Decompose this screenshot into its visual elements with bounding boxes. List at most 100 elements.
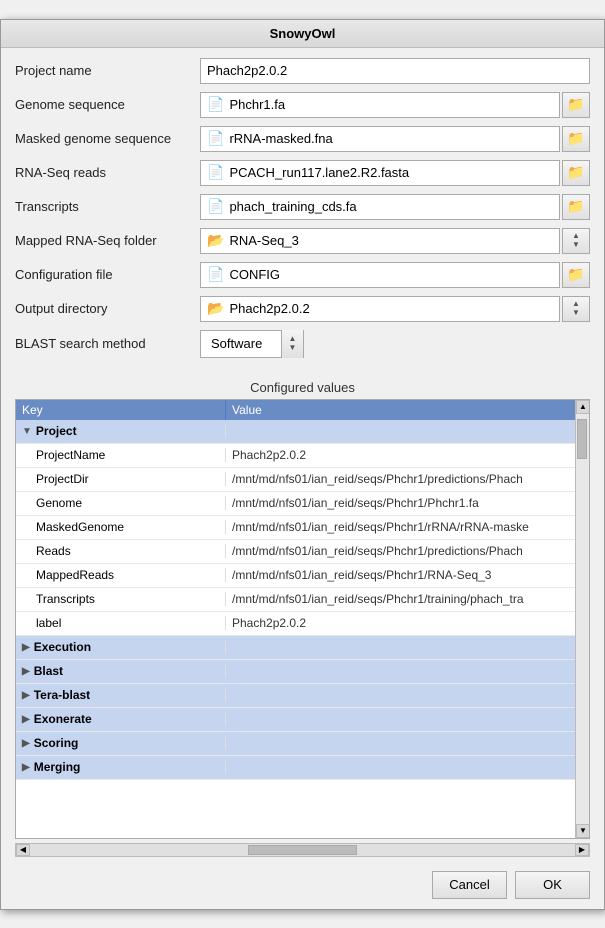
tree-row-value: /mnt/md/nfs01/ian_reid/seqs/Phchr1/Phchr… bbox=[226, 496, 589, 510]
collapse-icon[interactable]: ▼ bbox=[22, 426, 32, 437]
project-name-field: Phach2p2.0.2 bbox=[200, 58, 590, 84]
tree-group-name: Tera-blast bbox=[34, 688, 90, 702]
dialog: SnowyOwl Project name Phach2p2.0.2 Genom… bbox=[0, 19, 605, 910]
rnaseq-reads-browse-button[interactable]: 📁 bbox=[562, 160, 590, 186]
chevron-up-icon: ▲ bbox=[572, 232, 580, 240]
tree-row-key: Transcripts bbox=[16, 592, 226, 606]
tree-header-key: Key bbox=[16, 400, 226, 420]
transcripts-input[interactable]: 📄 phach_training_cds.fa bbox=[200, 194, 560, 220]
transcripts-browse-button[interactable]: 📁 bbox=[562, 194, 590, 220]
tree-group-name: Merging bbox=[34, 760, 81, 774]
genome-sequence-input[interactable]: 📄 Phchr1.fa bbox=[200, 92, 560, 118]
genome-sequence-label: Genome sequence bbox=[15, 97, 200, 112]
table-row[interactable]: MappedReads/mnt/md/nfs01/ian_reid/seqs/P… bbox=[16, 564, 589, 588]
browse-icon: 📁 bbox=[567, 198, 584, 215]
tree-group[interactable]: ▶ Blast bbox=[16, 660, 589, 684]
masked-genome-browse-button[interactable]: 📁 bbox=[562, 126, 590, 152]
project-name-label: Project name bbox=[15, 63, 200, 78]
genome-sequence-row: Genome sequence 📄 Phchr1.fa 📁 bbox=[15, 92, 590, 118]
expand-icon[interactable]: ▶ bbox=[22, 714, 30, 725]
project-name-input[interactable]: Phach2p2.0.2 bbox=[200, 58, 590, 84]
bottom-bar: Cancel OK bbox=[1, 861, 604, 909]
browse-icon: 📁 bbox=[567, 96, 584, 113]
blast-method-value: Software bbox=[201, 336, 281, 351]
output-dir-label: Output directory bbox=[15, 301, 200, 316]
chevron-up-icon: ▲ bbox=[289, 335, 297, 343]
expand-icon[interactable]: ▶ bbox=[22, 642, 30, 653]
scroll-left-button[interactable]: ◀ bbox=[16, 844, 30, 856]
tree-group-name: Blast bbox=[34, 664, 63, 678]
configured-values-label: Configured values bbox=[1, 376, 604, 399]
masked-genome-row: Masked genome sequence 📄 rRNA-masked.fna… bbox=[15, 126, 590, 152]
table-row[interactable]: labelPhach2p2.0.2 bbox=[16, 612, 589, 636]
expand-icon[interactable]: ▶ bbox=[22, 762, 30, 773]
mapped-folder-row: Mapped RNA-Seq folder 📂 RNA-Seq_3 ▲ ▼ bbox=[15, 228, 590, 254]
table-row[interactable]: ProjectDir/mnt/md/nfs01/ian_reid/seqs/Ph… bbox=[16, 468, 589, 492]
scroll-down-button[interactable]: ▼ bbox=[576, 824, 590, 838]
config-file-browse-button[interactable]: 📁 bbox=[562, 262, 590, 288]
dialog-title: SnowyOwl bbox=[270, 26, 336, 41]
table-row[interactable]: Transcripts/mnt/md/nfs01/ian_reid/seqs/P… bbox=[16, 588, 589, 612]
tree-panel: Key Value ▼ProjectProjectNamePhach2p2.0.… bbox=[15, 399, 590, 839]
tree-row-value: Phach2p2.0.2 bbox=[226, 616, 589, 630]
tree-header-value: Value bbox=[226, 400, 589, 420]
tree-row-value: /mnt/md/nfs01/ian_reid/seqs/Phchr1/RNA-S… bbox=[226, 568, 589, 582]
tree-group-name: Exonerate bbox=[34, 712, 92, 726]
output-dir-input[interactable]: 📂 Phach2p2.0.2 bbox=[200, 296, 560, 322]
browse-icon: 📁 bbox=[567, 164, 584, 181]
vertical-scrollbar[interactable]: ▲ ▼ bbox=[575, 400, 589, 838]
blast-method-label: BLAST search method bbox=[15, 336, 200, 351]
table-row[interactable]: Genome/mnt/md/nfs01/ian_reid/seqs/Phchr1… bbox=[16, 492, 589, 516]
tree-group-key: ▶Scoring bbox=[16, 736, 226, 750]
tree-content[interactable]: ▼ProjectProjectNamePhach2p2.0.2ProjectDi… bbox=[16, 420, 589, 832]
rnaseq-reads-input[interactable]: 📄 PCACH_run117.lane2.R2.fasta bbox=[200, 160, 560, 186]
config-file-input[interactable]: 📄 CONFIG bbox=[200, 262, 560, 288]
scroll-thumb[interactable] bbox=[577, 419, 587, 459]
tree-row-value: /mnt/md/nfs01/ian_reid/seqs/Phchr1/predi… bbox=[226, 472, 589, 486]
cancel-button[interactable]: Cancel bbox=[432, 871, 507, 899]
table-row[interactable]: MaskedGenome/mnt/md/nfs01/ian_reid/seqs/… bbox=[16, 516, 589, 540]
transcripts-row: Transcripts 📄 phach_training_cds.fa 📁 bbox=[15, 194, 590, 220]
table-row[interactable]: Reads/mnt/md/nfs01/ian_reid/seqs/Phchr1/… bbox=[16, 540, 589, 564]
blast-method-select[interactable]: Software ▲ ▼ bbox=[200, 330, 304, 358]
tree-group[interactable]: ▼Project bbox=[16, 420, 589, 444]
masked-genome-field: 📄 rRNA-masked.fna 📁 bbox=[200, 126, 590, 152]
mapped-folder-field: 📂 RNA-Seq_3 ▲ ▼ bbox=[200, 228, 590, 254]
tree-group[interactable]: ▶ Tera-blast bbox=[16, 684, 589, 708]
blast-method-spinner[interactable]: ▲ ▼ bbox=[281, 330, 303, 358]
mapped-folder-input[interactable]: 📂 RNA-Seq_3 bbox=[200, 228, 560, 254]
config-file-row: Configuration file 📄 CONFIG 📁 bbox=[15, 262, 590, 288]
folder-icon: 📂 bbox=[207, 232, 224, 249]
tree-row-value: /mnt/md/nfs01/ian_reid/seqs/Phchr1/train… bbox=[226, 592, 589, 606]
chevron-down-icon: ▼ bbox=[289, 344, 297, 352]
file-icon: 📄 bbox=[207, 96, 224, 113]
horizontal-scroll-thumb[interactable] bbox=[248, 845, 357, 855]
genome-sequence-browse-button[interactable]: 📁 bbox=[562, 92, 590, 118]
transcripts-field: 📄 phach_training_cds.fa 📁 bbox=[200, 194, 590, 220]
title-bar: SnowyOwl bbox=[1, 20, 604, 48]
chevron-down-icon: ▼ bbox=[572, 241, 580, 249]
ok-button[interactable]: OK bbox=[515, 871, 590, 899]
expand-icon[interactable]: ▶ bbox=[22, 690, 30, 701]
expand-icon[interactable]: ▶ bbox=[22, 666, 30, 677]
scroll-track bbox=[576, 414, 589, 824]
tree-group-key: ▶ Exonerate bbox=[16, 712, 226, 726]
horizontal-scrollbar[interactable]: ◀ ▶ bbox=[15, 843, 590, 857]
tree-group[interactable]: ▶ Exonerate bbox=[16, 708, 589, 732]
genome-sequence-field: 📄 Phchr1.fa 📁 bbox=[200, 92, 590, 118]
table-row[interactable]: ProjectNamePhach2p2.0.2 bbox=[16, 444, 589, 468]
tree-group[interactable]: ▶Scoring bbox=[16, 732, 589, 756]
mapped-folder-spinner-button[interactable]: ▲ ▼ bbox=[562, 228, 590, 254]
chevron-up-icon: ▲ bbox=[572, 300, 580, 308]
masked-genome-label: Masked genome sequence bbox=[15, 131, 200, 146]
tree-group[interactable]: ▶Execution bbox=[16, 636, 589, 660]
scroll-right-button[interactable]: ▶ bbox=[575, 844, 589, 856]
output-dir-field: 📂 Phach2p2.0.2 ▲ ▼ bbox=[200, 296, 590, 322]
expand-icon[interactable]: ▶ bbox=[22, 738, 30, 749]
masked-genome-input[interactable]: 📄 rRNA-masked.fna bbox=[200, 126, 560, 152]
tree-group[interactable]: ▶ Merging bbox=[16, 756, 589, 780]
browse-icon: 📁 bbox=[567, 130, 584, 147]
output-dir-spinner-button[interactable]: ▲ ▼ bbox=[562, 296, 590, 322]
scroll-up-button[interactable]: ▲ bbox=[576, 400, 590, 414]
transcripts-label: Transcripts bbox=[15, 199, 200, 214]
